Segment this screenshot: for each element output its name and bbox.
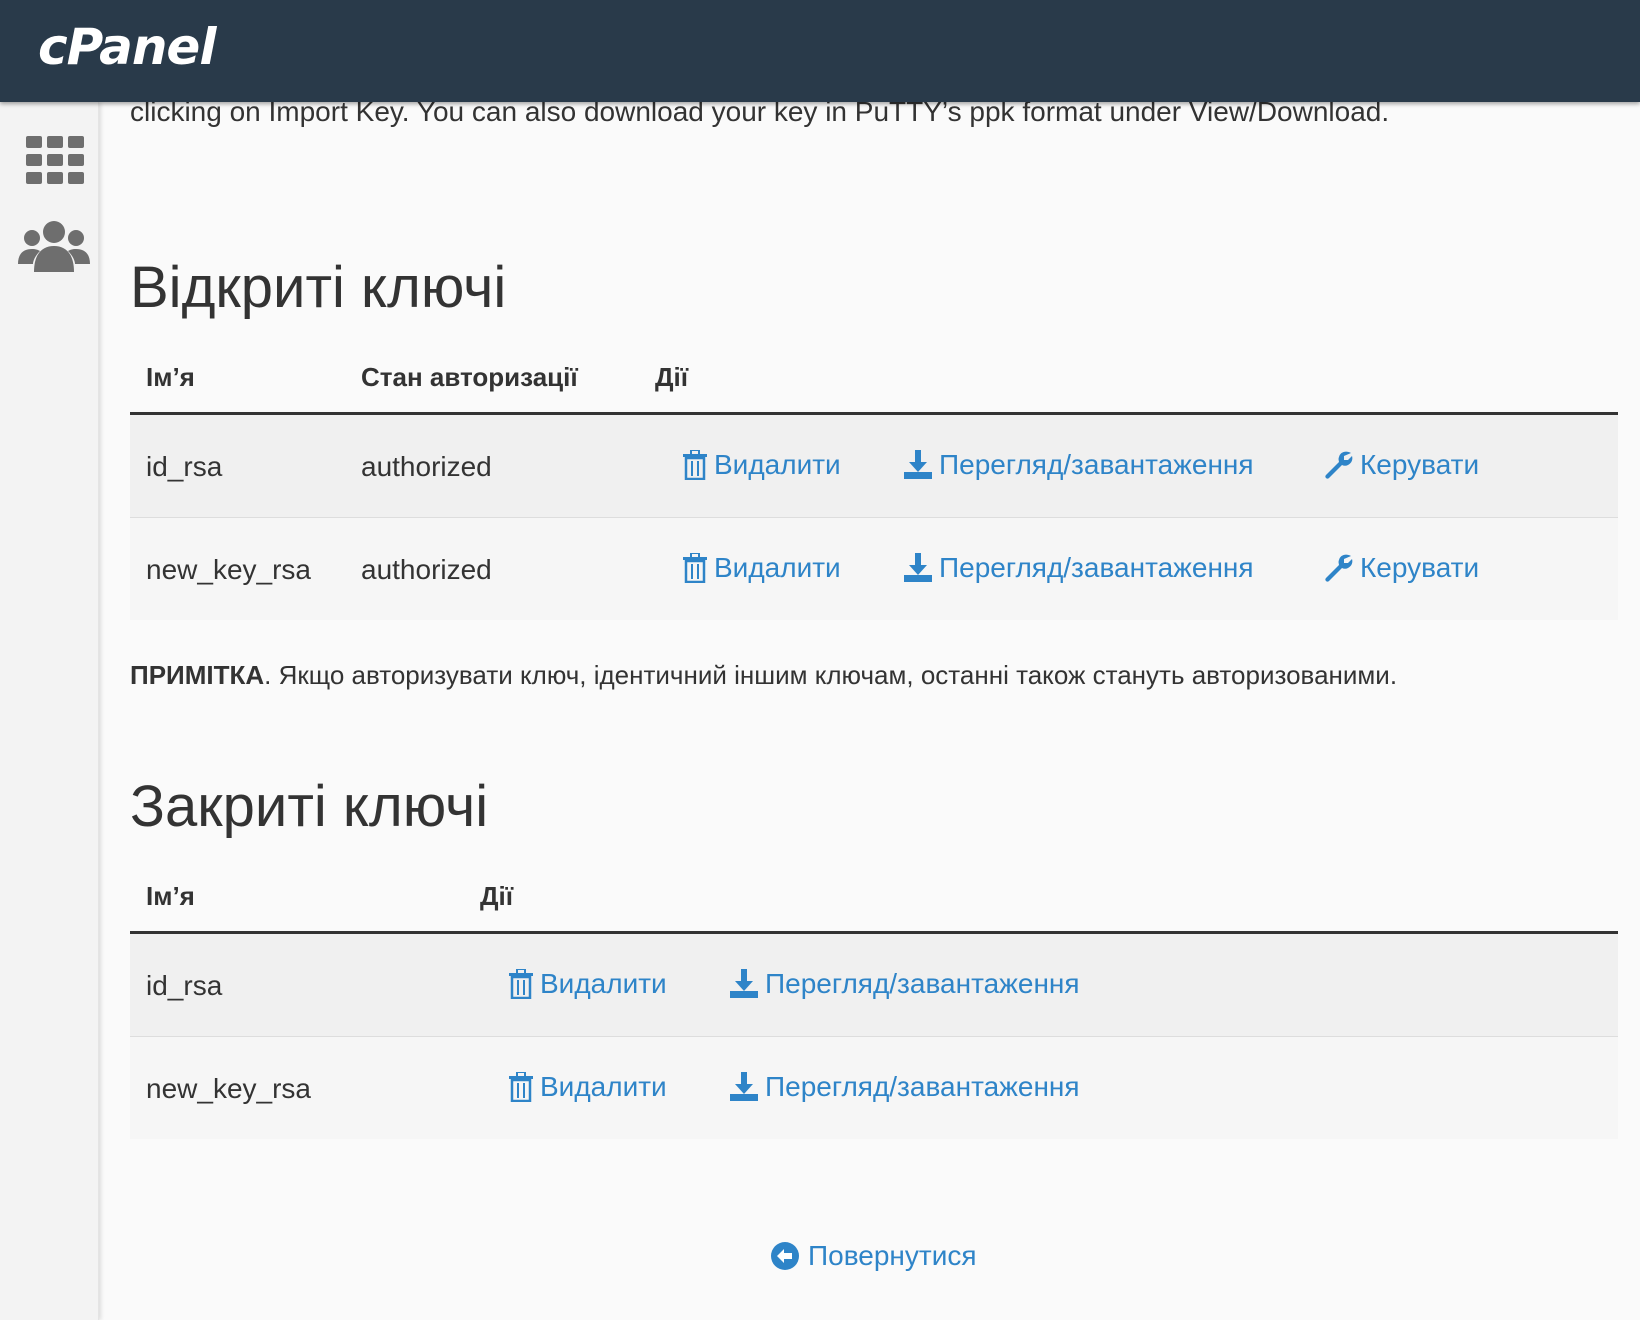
public-col-name: Ім’я bbox=[146, 362, 195, 392]
private-keys-heading: Закриті ключі bbox=[130, 774, 489, 839]
table-row: new_key_rsa authorized Видалити Перегляд… bbox=[130, 518, 1618, 620]
note-label: ПРИМІТКА bbox=[130, 660, 265, 690]
delete-label: Видалити bbox=[714, 552, 841, 583]
public-col-actions: Дії bbox=[655, 362, 689, 392]
users-icon bbox=[18, 221, 90, 272]
private-col-actions: Дії bbox=[480, 881, 514, 911]
grid-icon bbox=[26, 136, 84, 186]
trash-icon bbox=[509, 969, 533, 999]
main-content: clicking on Import Key. You can also dow… bbox=[130, 0, 1620, 1320]
view-download-link[interactable]: Перегляд/завантаження bbox=[729, 968, 1080, 1000]
note: ПРИМІТКА. Якщо авторизувати ключ, іденти… bbox=[130, 660, 1397, 691]
delete-label: Видалити bbox=[540, 968, 667, 999]
wrench-icon bbox=[1325, 451, 1353, 479]
table-row: id_rsa Видалити Перегляд/завантаження bbox=[130, 934, 1618, 1037]
view-download-link[interactable]: Перегляд/завантаження bbox=[729, 1071, 1080, 1103]
arrow-left-circle-icon bbox=[771, 1242, 799, 1270]
view-download-label: Перегляд/завантаження bbox=[939, 552, 1254, 583]
trash-icon bbox=[683, 450, 707, 480]
delete-label: Видалити bbox=[540, 1071, 667, 1102]
table-row: id_rsa authorized Видалити Перегляд/зава… bbox=[130, 415, 1618, 518]
back-link[interactable]: Повернутися bbox=[770, 1240, 977, 1272]
view-download-link[interactable]: Перегляд/завантаження bbox=[903, 449, 1254, 481]
delete-link[interactable]: Видалити bbox=[682, 552, 841, 584]
note-text: . Якщо авторизувати ключ, ідентичний інш… bbox=[264, 660, 1398, 690]
delete-link[interactable]: Видалити bbox=[682, 449, 841, 481]
private-col-name: Ім’я bbox=[146, 881, 195, 911]
download-icon bbox=[730, 969, 758, 998]
view-download-label: Перегляд/завантаження bbox=[765, 1071, 1080, 1102]
view-download-label: Перегляд/завантаження bbox=[765, 968, 1080, 999]
key-name: new_key_rsa bbox=[146, 1073, 311, 1104]
trash-icon bbox=[683, 553, 707, 583]
back-label: Повернутися bbox=[808, 1240, 977, 1271]
table-row: new_key_rsa Видалити Перегляд/завантажен… bbox=[130, 1037, 1618, 1139]
manage-link[interactable]: Керувати bbox=[1324, 449, 1479, 481]
key-name: id_rsa bbox=[146, 970, 223, 1001]
auth-status: authorized bbox=[361, 451, 492, 482]
delete-link[interactable]: Видалити bbox=[508, 968, 667, 1000]
download-icon bbox=[904, 450, 932, 479]
view-download-link[interactable]: Перегляд/завантаження bbox=[903, 552, 1254, 584]
manage-link[interactable]: Керувати bbox=[1324, 552, 1479, 584]
delete-label: Видалити bbox=[714, 449, 841, 480]
public-col-auth: Стан авторизації bbox=[361, 362, 578, 392]
top-bar: cPanel bbox=[0, 0, 1640, 102]
cpanel-logo[interactable]: cPanel bbox=[38, 18, 216, 76]
auth-status: authorized bbox=[361, 554, 492, 585]
key-name: id_rsa bbox=[146, 451, 223, 482]
delete-link[interactable]: Видалити bbox=[508, 1071, 667, 1103]
trash-icon bbox=[509, 1072, 533, 1102]
key-name: new_key_rsa bbox=[146, 554, 311, 585]
download-icon bbox=[730, 1072, 758, 1101]
sidebar-item-tools[interactable] bbox=[0, 112, 98, 202]
sidebar bbox=[0, 102, 99, 1320]
public-keys-heading: Відкриті ключі bbox=[130, 255, 507, 320]
manage-label: Керувати bbox=[1360, 449, 1480, 480]
download-icon bbox=[904, 553, 932, 582]
manage-label: Керувати bbox=[1360, 552, 1480, 583]
view-download-label: Перегляд/завантаження bbox=[939, 449, 1254, 480]
wrench-icon bbox=[1325, 554, 1353, 582]
sidebar-item-users[interactable] bbox=[0, 202, 98, 292]
